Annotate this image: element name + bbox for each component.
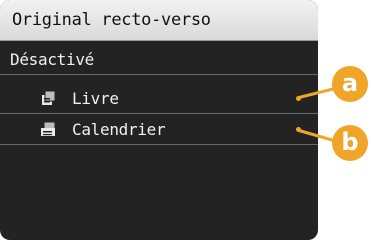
list-item-label: Calendrier [72, 120, 166, 139]
list-item-calendrier[interactable]: Calendrier [0, 114, 318, 145]
lcd-screen: Original recto-verso Désactivé Livre Cal… [0, 0, 318, 240]
screen-title: Original recto-verso [12, 10, 211, 30]
list-item-label: Livre [72, 89, 119, 108]
callout-badge-a: a [332, 66, 368, 102]
calendar-original-icon [41, 121, 56, 136]
callout-badge-b: b [332, 125, 368, 161]
book-original-icon [42, 90, 56, 105]
list-item-desactive[interactable]: Désactivé [0, 44, 318, 75]
title-bar: Original recto-verso [0, 0, 318, 41]
list-item-livre[interactable]: Livre [0, 83, 318, 114]
list-item-label: Désactivé [10, 50, 94, 69]
